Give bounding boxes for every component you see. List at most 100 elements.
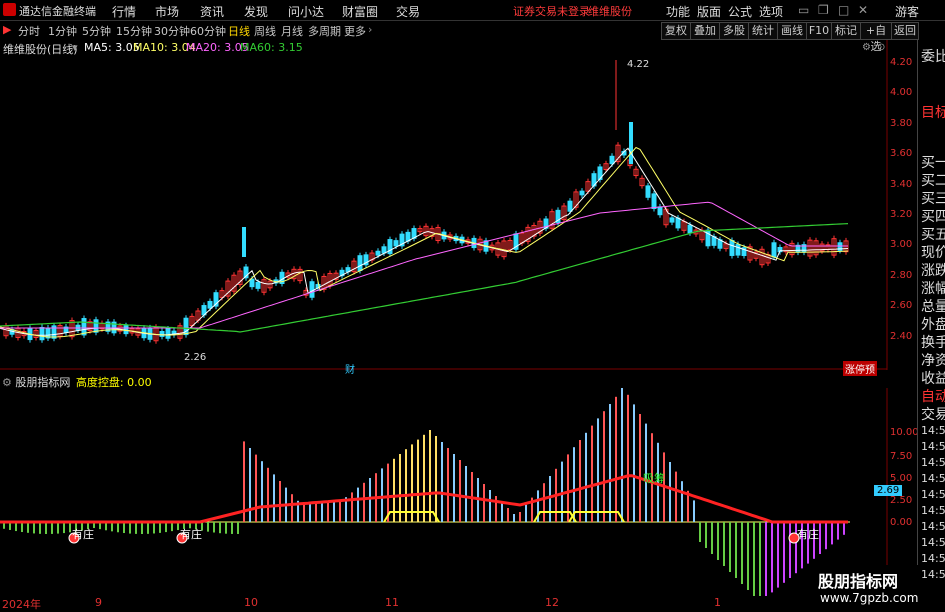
btn-fuquan[interactable]: 复权 bbox=[661, 22, 691, 40]
candle-body bbox=[645, 185, 651, 198]
menu-xuanxiang[interactable]: 选项 bbox=[759, 3, 783, 20]
menu-zixun[interactable]: 资讯 bbox=[200, 3, 224, 20]
rp-time-5: 14:56 bbox=[921, 488, 945, 501]
menu-gongshi[interactable]: 公式 bbox=[728, 3, 752, 20]
btn-zixuan[interactable]: +自选 bbox=[860, 22, 892, 53]
tf-zhouxian[interactable]: 周线 bbox=[254, 23, 276, 39]
rp-zhangdie: 涨跌 bbox=[921, 263, 945, 279]
candle-body bbox=[81, 318, 87, 336]
ma20-line bbox=[0, 201, 848, 329]
cai-marker[interactable]: 财 bbox=[345, 361, 355, 376]
watermark-url: www.7gpzb.com bbox=[820, 591, 919, 605]
tf-30min[interactable]: 30分钟 bbox=[154, 23, 190, 39]
menu-caifuquan[interactable]: 财富圈 bbox=[342, 3, 378, 20]
rp-time-3: 14:56 bbox=[921, 456, 945, 469]
rp-time-8: 14:56 bbox=[921, 536, 945, 549]
rp-zidong[interactable]: 自动 bbox=[921, 386, 945, 406]
candle-body bbox=[309, 281, 315, 298]
menu-faxian[interactable]: 发现 bbox=[244, 3, 268, 20]
rp-time-4: 14:56 bbox=[921, 472, 945, 485]
menu-shichang[interactable]: 市场 bbox=[155, 3, 179, 20]
youzhuang-tag-3: 有庄 bbox=[797, 528, 819, 541]
tf-yuexian[interactable]: 月线 bbox=[281, 23, 303, 39]
btn-huaxian[interactable]: 画线 bbox=[777, 22, 807, 40]
price-tick: 4.00 bbox=[890, 87, 913, 99]
candle-body bbox=[771, 242, 777, 258]
rp-buy1: 买一 bbox=[921, 155, 945, 171]
btn-fanhui[interactable]: 返回 bbox=[891, 22, 919, 40]
tf-gengduo[interactable]: 更多 bbox=[344, 23, 366, 39]
youzhuang-tag-1: 有庄 bbox=[72, 528, 94, 541]
tf-60min[interactable]: 60分钟 bbox=[190, 23, 226, 39]
menu-jiaoyi[interactable]: 交易 bbox=[396, 3, 420, 20]
play-icon[interactable]: ▶ bbox=[3, 23, 11, 36]
date-2024: 2024年 bbox=[2, 598, 41, 611]
tf-rixian[interactable]: 日线 bbox=[228, 23, 250, 39]
rp-time-1: 14:56 bbox=[921, 424, 945, 437]
minimize-icon[interactable]: ▭ bbox=[798, 3, 809, 17]
close-icon[interactable]: ✕ bbox=[858, 3, 868, 17]
candle-body bbox=[375, 250, 381, 256]
price-tick: 2.40 bbox=[890, 330, 913, 342]
quote-side-panel: 委比 目标 买一 买二 买三 买四 买五 现价 涨跌 涨幅 总量 外盘 换手 净… bbox=[917, 40, 945, 609]
tf-15min[interactable]: 15分钟 bbox=[116, 23, 152, 39]
rp-weibi: 委比 bbox=[921, 49, 945, 65]
candle-body bbox=[381, 246, 387, 254]
candle-body bbox=[39, 327, 45, 341]
candle-body bbox=[669, 217, 675, 223]
date-9: 9 bbox=[95, 596, 102, 609]
candle-body bbox=[249, 278, 255, 288]
candle-body bbox=[567, 200, 573, 212]
price-tick: 2.80 bbox=[890, 269, 913, 281]
tf-1min[interactable]: 1分钟 bbox=[48, 23, 77, 39]
tf-5min[interactable]: 5分钟 bbox=[82, 23, 111, 39]
candle-body bbox=[93, 319, 99, 333]
menu-banmian[interactable]: 版面 bbox=[697, 3, 721, 20]
watermark: 股朋指标网 www.7gpzb.com bbox=[808, 565, 918, 609]
candle-body bbox=[393, 240, 399, 247]
zt-marker[interactable]: 涨停预 bbox=[843, 361, 877, 376]
menu-gongneng[interactable]: 功能 bbox=[666, 3, 690, 20]
price-tick: 3.20 bbox=[890, 209, 913, 220]
price-tick: 3.00 bbox=[890, 239, 913, 251]
btn-biaoji[interactable]: 标记 bbox=[831, 22, 861, 40]
stock-name-top: 维维股份 bbox=[588, 5, 632, 18]
candle-body bbox=[357, 255, 363, 272]
restore-icon[interactable]: ❐ bbox=[818, 3, 829, 17]
date-10: 10 bbox=[244, 596, 258, 609]
price-tick: 3.40 bbox=[890, 178, 913, 190]
rp-time-2: 14:56 bbox=[921, 440, 945, 453]
rp-time-10: 14:56 bbox=[921, 568, 945, 581]
top-bar: 通达信金融终端 行情 市场 资讯 发现 问小达 财富圈 交易 证券交易未登录 维… bbox=[0, 0, 945, 21]
btn-diejia[interactable]: 叠加 bbox=[690, 22, 720, 40]
huxi-tag: 吸筹 bbox=[643, 472, 665, 485]
candle-body bbox=[675, 217, 681, 229]
rp-time-7: 14:56 bbox=[921, 520, 945, 533]
login-warning[interactable]: 证券交易未登录 bbox=[513, 3, 590, 19]
menu-youke[interactable]: 游客 bbox=[895, 3, 919, 20]
btn-duogu[interactable]: 多股 bbox=[719, 22, 749, 40]
rp-jiaoyi[interactable]: 交易 bbox=[921, 404, 945, 424]
menu-hangqing[interactable]: 行情 bbox=[112, 3, 136, 20]
tf-duozhouqi[interactable]: 多周期 bbox=[308, 23, 341, 39]
candle-body bbox=[651, 193, 657, 210]
rp-mubiao: 目标 bbox=[921, 105, 945, 121]
rp-buy4: 买四 bbox=[921, 209, 945, 225]
chevron-right-icon[interactable]: › bbox=[368, 23, 372, 36]
rp-time-6: 14:56 bbox=[921, 504, 945, 517]
main-candlestick-chart[interactable] bbox=[0, 40, 917, 370]
low-annotation: 2.26 bbox=[184, 352, 207, 363]
maximize-icon[interactable]: □ bbox=[838, 3, 849, 17]
candle-body bbox=[159, 331, 165, 337]
tf-fenshi[interactable]: 分时 bbox=[18, 23, 40, 39]
btn-f10[interactable]: F10 bbox=[806, 22, 832, 40]
candle-body bbox=[657, 206, 663, 216]
candle-body bbox=[579, 190, 585, 196]
menu-wenxiaoda[interactable]: 问小达 bbox=[288, 3, 324, 20]
indicator-tick: 2.50 bbox=[890, 495, 913, 506]
rp-time-9: 14:56 bbox=[921, 552, 945, 565]
indicator-chart[interactable] bbox=[0, 388, 917, 596]
btn-tongji[interactable]: 统计 bbox=[748, 22, 778, 40]
candle-body bbox=[729, 240, 735, 256]
rp-buy5: 买五 bbox=[921, 227, 945, 243]
